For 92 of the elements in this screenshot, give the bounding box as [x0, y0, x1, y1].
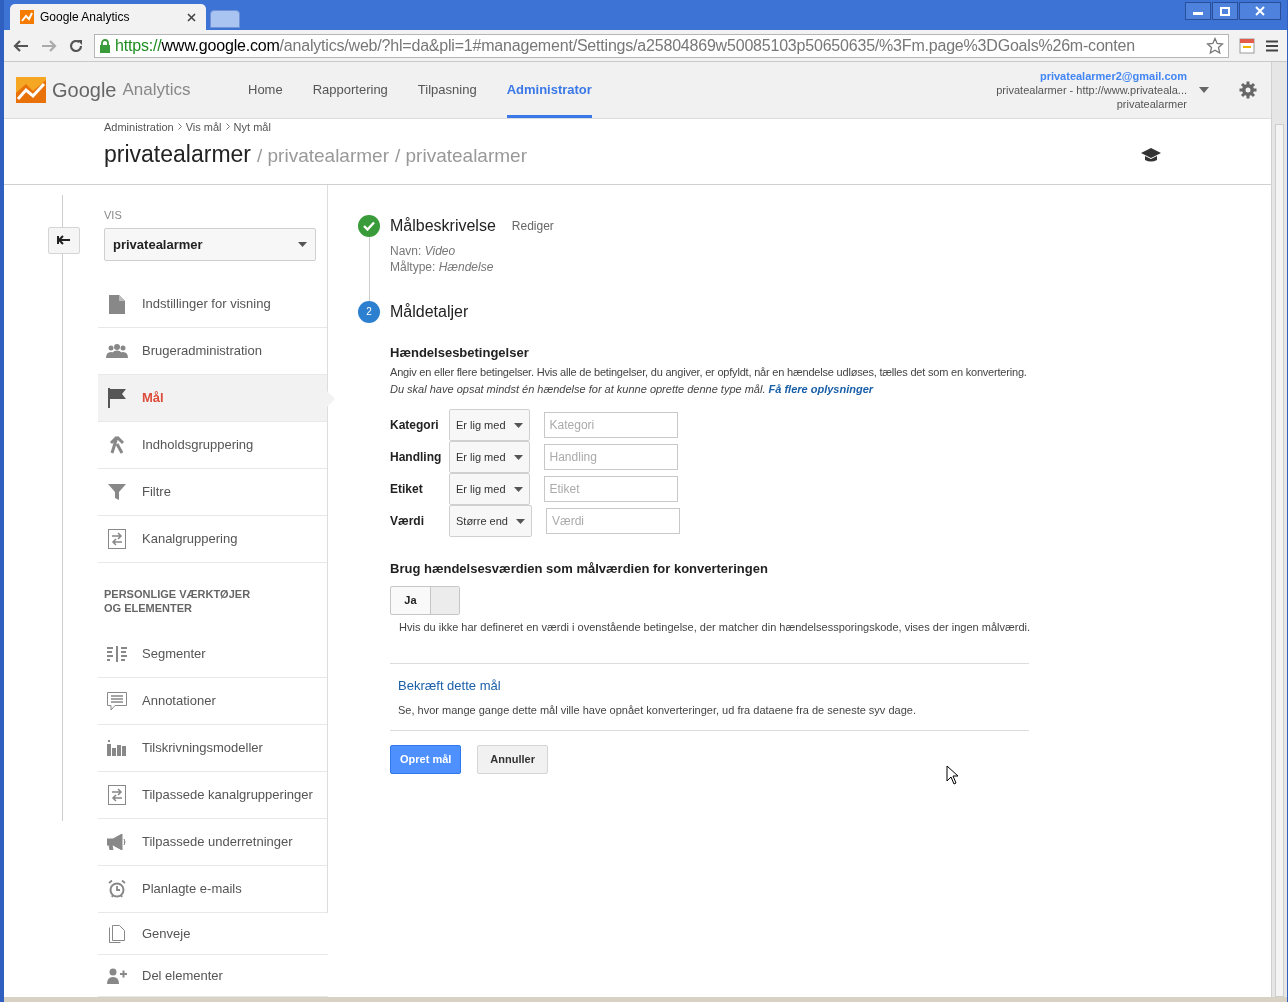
lock-icon: [99, 38, 111, 53]
add-person-icon: [106, 967, 128, 984]
text-input-field[interactable]: Værdi: [545, 508, 680, 534]
filter-icon: [106, 484, 128, 500]
people-icon: [106, 344, 128, 358]
breadcrumb-link[interactable]: Vis mål: [185, 118, 222, 135]
settings-icon[interactable]: [1239, 80, 1257, 99]
extension-icon[interactable]: [1239, 37, 1255, 54]
view-label: VIS: [103, 207, 123, 223]
account-email: privatealarmer2@gmail.com: [1039, 68, 1187, 83]
section-heading: Brug hændelsesværdien som målværdien for konverteringen: [390, 560, 769, 578]
page-title: privatealarmer: [104, 140, 251, 169]
edit-link[interactable]: Rediger: [511, 216, 554, 235]
chevron-icon: [177, 123, 182, 131]
nav-tab[interactable]: Home: [248, 62, 283, 118]
note-text: Du skal have opsat mindst én hændelse for at kunne oprette denne type mål. Få flere oplysninger: [390, 381, 875, 397]
browser-tab[interactable]: Google Analytics: [10, 4, 206, 30]
view-name: privatealarmer: [1116, 96, 1187, 111]
property-name: privatealarmer - http://www.privateala...: [996, 82, 1187, 97]
field-label: Etiket: [390, 481, 424, 498]
breadcrumb-link[interactable]: Nyt mål: [233, 118, 271, 135]
tab-title: Google Analytics: [40, 9, 131, 26]
menu-icon[interactable]: [1265, 38, 1279, 53]
cancel-button[interactable]: Annuller: [477, 745, 548, 774]
field-text: Måltype: Hændelse: [390, 258, 495, 275]
sidebar-item[interactable]: Mål: [98, 375, 327, 422]
restore-button[interactable]: [1212, 2, 1238, 20]
alarm-clock-icon: [106, 880, 128, 898]
nav-tab[interactable]: Administrator: [506, 62, 592, 118]
operator-select[interactable]: Større end: [449, 505, 532, 537]
text-input-field[interactable]: Etiket: [543, 476, 678, 502]
caret-icon: [513, 454, 523, 460]
breadcrumb-link[interactable]: Administration: [104, 118, 174, 135]
operator-select[interactable]: Er lig med: [449, 473, 530, 505]
address-bar[interactable]: https://www.google.com/analytics/web/?hl=da&pli=1#management/Settings/a25804869w50085103p50650635/%3Fm.page%3DGoals%26m-conten: [94, 33, 1229, 58]
channel-grouping-icon: [106, 785, 128, 805]
copy-icon: [106, 924, 128, 943]
verify-goal-link[interactable]: Bekræft dette mål: [398, 676, 1029, 696]
speech-bubble-icon: [106, 691, 128, 711]
step-title: Målbeskrivelse: [390, 215, 496, 236]
description-text: Se, hvor mange gange dette mål ville have opnået konverteringer, ud fra dataene fra de seneste syv dage.: [398, 702, 917, 718]
channel-grouping-icon: [106, 529, 128, 549]
back-arrow-icon: [57, 235, 71, 245]
toggle-switch[interactable]: Ja: [390, 585, 460, 615]
back-icon[interactable]: [12, 37, 30, 54]
google-analytics-logo[interactable]: Google Analytics: [16, 62, 246, 118]
field-label: Handling: [390, 449, 443, 466]
hint-text: Hvis du ikke har defineret en værdi i ovenstående betingelse, der matcher din hændelsessporingskode, vises der ingen målværdi.: [398, 619, 1031, 635]
flag-icon: [106, 388, 128, 408]
text-input-field[interactable]: Handling: [543, 444, 678, 470]
close-window-button[interactable]: [1239, 2, 1281, 20]
star-icon[interactable]: [1206, 36, 1224, 55]
document-icon: [106, 294, 128, 314]
chevron-icon: [225, 123, 230, 131]
operator-select[interactable]: Er lig med: [449, 441, 530, 473]
caret-icon: [1199, 86, 1209, 93]
megaphone-icon: [106, 834, 128, 850]
close-icon[interactable]: [187, 12, 196, 22]
url-text: https://www.google.com/analytics/web/?hl=da&pli=1#management/Settings/a25804869w50085103p50650635/%3Fm.page%3DGoals%26m-conten: [115, 35, 1136, 56]
more-info-link[interactable]: Få flere oplysninger: [768, 382, 874, 395]
step-title: Måldetaljer: [390, 301, 469, 322]
section-title: PERSONLIGE VÆRKTØJER OG ELEMENTER: [103, 587, 252, 615]
step-number: 2: [358, 300, 380, 323]
bar-chart-icon: [106, 740, 128, 756]
nav-tab[interactable]: Rapportering: [312, 62, 388, 118]
nav-tab[interactable]: Tilpasning: [417, 62, 477, 118]
caret-icon: [515, 518, 525, 524]
analytics-logo-icon: [16, 76, 46, 103]
caret-icon: [513, 422, 523, 428]
segments-icon: [106, 646, 128, 662]
selection-pointer: [327, 390, 335, 407]
section-heading: Hændelsesbetingelser: [390, 343, 530, 362]
description-text: Angiv en eller flere betingelser. Hvis alle de betingelser, du angiver, er opfyldt, når en hændelse udløses, tælles det som en konvertering.: [390, 365, 1028, 380]
analytics-logo-icon: [20, 10, 34, 24]
scrollbar[interactable]: [1271, 62, 1287, 997]
back-button[interactable]: [48, 226, 80, 254]
field-label: Kategori: [390, 417, 440, 434]
account-path: / privatealarmer: [395, 144, 527, 168]
field-text: Navn: Video: [390, 242, 457, 259]
caret-icon: [298, 242, 307, 247]
text-input-field[interactable]: Kategori: [543, 412, 678, 438]
graduation-cap-icon[interactable]: [1141, 147, 1161, 162]
field-label: Værdi: [390, 513, 425, 530]
minimize-button[interactable]: [1185, 2, 1211, 20]
reload-icon[interactable]: [68, 37, 84, 54]
account-switcher[interactable]: privatealarmer2@gmail.com privatealarmer - http://www.privateala... privatealarmer: [996, 62, 1209, 118]
operator-select[interactable]: Er lig med: [449, 409, 530, 441]
view-select[interactable]: privatealarmer: [104, 228, 316, 261]
account-path: / privatealarmer: [257, 144, 389, 168]
mouse-pointer-icon: [946, 764, 958, 785]
close-icon: [1255, 6, 1265, 16]
caret-icon: [513, 486, 523, 492]
